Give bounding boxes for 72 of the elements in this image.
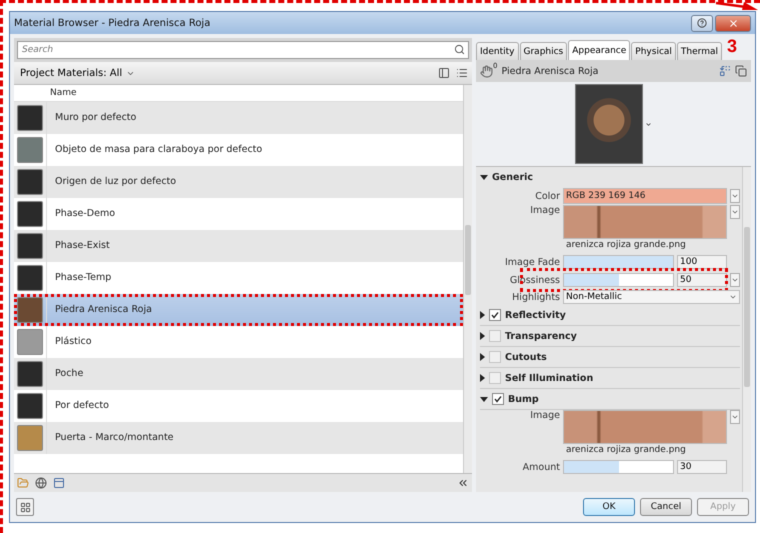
property-label: Glossiness: [508, 274, 560, 286]
section-header[interactable]: Self Illumination: [480, 368, 740, 389]
slider-track[interactable]: [563, 460, 674, 474]
hand-icon: [480, 64, 493, 78]
value-field[interactable]: 100: [677, 255, 727, 269]
dropdown-button[interactable]: [730, 273, 740, 287]
material-row[interactable]: Poche: [14, 358, 463, 390]
globe-icon: [35, 477, 47, 489]
library-dropdown[interactable]: Project Materials: All: [18, 68, 138, 78]
material-row[interactable]: Muro por defecto: [14, 102, 463, 134]
help-icon: [697, 18, 707, 28]
scrollbar[interactable]: [463, 85, 472, 473]
texture-image[interactable]: [563, 410, 727, 444]
value-field[interactable]: 30: [677, 460, 727, 474]
property-label: Highlights: [511, 292, 560, 302]
property-label: Amount: [522, 462, 560, 472]
search-field[interactable]: Search: [17, 41, 469, 59]
section-header[interactable]: Cutouts: [480, 347, 740, 368]
file-name: arenizca rojiza grande.png: [566, 444, 687, 457]
tab[interactable]: Graphics: [520, 42, 568, 60]
dialog-button[interactable]: Cancel: [640, 498, 692, 516]
checkbox[interactable]: [489, 351, 501, 363]
texture-image[interactable]: [563, 205, 727, 239]
settings-button[interactable]: [16, 498, 34, 516]
property-label: Image: [529, 410, 560, 421]
checkbox[interactable]: [489, 330, 501, 342]
search-icon: [454, 44, 465, 55]
panel-icon: [438, 67, 450, 79]
close-icon: [728, 18, 738, 28]
grid-icon: [20, 502, 30, 512]
tab[interactable]: Physical: [631, 42, 676, 60]
window-title: Material Browser - Piedra Arenisca Roja: [14, 18, 210, 28]
material-row[interactable]: Puerta - Marco/montante: [14, 422, 463, 454]
dropdown-field[interactable]: Non-Metallic: [563, 290, 740, 304]
caret-icon: [731, 413, 739, 421]
checkbox[interactable]: [489, 372, 501, 384]
caret-icon: [645, 120, 652, 128]
column-header[interactable]: Name: [46, 88, 459, 98]
dialog-button[interactable]: OK: [583, 498, 635, 516]
folder-icon: [17, 477, 29, 489]
material-row[interactable]: Phase-Exist: [14, 230, 463, 262]
value-field[interactable]: 50: [677, 273, 727, 287]
tab[interactable]: Appearance: [568, 40, 630, 60]
callout-number: 3: [726, 36, 737, 57]
caret-icon: [729, 293, 737, 301]
help-button[interactable]: [691, 14, 713, 32]
slider-track[interactable]: [563, 273, 674, 287]
swap-icon: [719, 65, 731, 77]
file-name: arenizca rojiza grande.png: [566, 239, 687, 252]
close-button[interactable]: [715, 14, 751, 32]
property-label: Image Fade: [504, 256, 560, 268]
material-row[interactable]: Piedra Arenisca Roja: [14, 294, 463, 326]
section-header[interactable]: Reflectivity: [480, 305, 740, 326]
panel-icon: [53, 477, 65, 489]
dropdown-button[interactable]: [730, 189, 740, 203]
asset-name: Piedra Arenisca Roja: [501, 66, 600, 76]
collapse-icon: [457, 477, 469, 489]
dropdown-button[interactable]: [730, 410, 740, 424]
tab[interactable]: Thermal: [676, 42, 722, 60]
dropdown-button[interactable]: [730, 205, 740, 219]
tab[interactable]: Identity: [476, 42, 518, 60]
property-label: Color: [534, 190, 560, 202]
checkbox[interactable]: [489, 309, 501, 321]
caret-icon: [731, 276, 739, 284]
checkbox[interactable]: [492, 393, 504, 405]
material-row[interactable]: Origen de luz por defecto: [14, 166, 463, 198]
property-label: Image: [529, 205, 560, 216]
duplicate-icon: [735, 65, 747, 77]
scrollbar[interactable]: [742, 167, 751, 492]
section-header[interactable]: Transparency: [480, 326, 740, 347]
color-field[interactable]: RGB 239 169 146: [563, 188, 727, 204]
section-header[interactable]: Generic: [480, 167, 740, 187]
